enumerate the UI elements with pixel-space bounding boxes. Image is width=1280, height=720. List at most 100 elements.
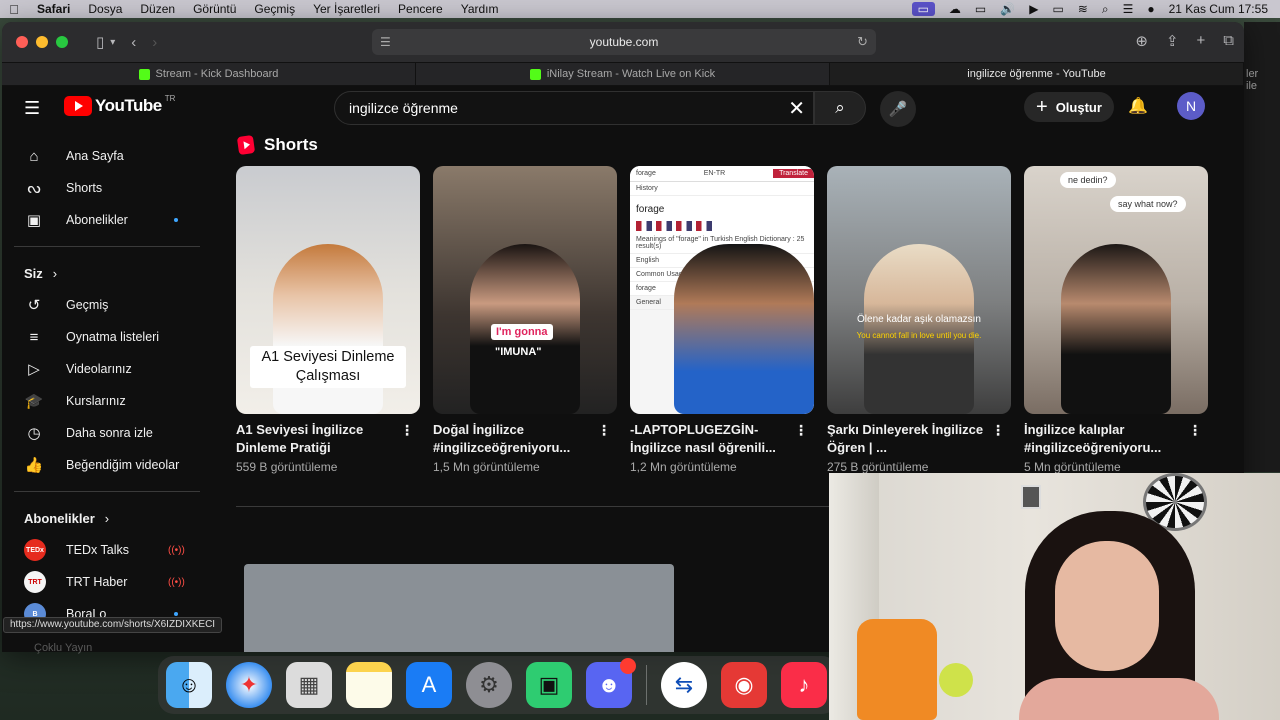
menubar-clock[interactable]: 21 Kas Cum 17:55 bbox=[1169, 2, 1268, 16]
youtube-logo[interactable]: YouTube TR bbox=[64, 94, 175, 116]
short-title[interactable]: A1 Seviyesi İngilizce Dinleme Pratiği bbox=[236, 421, 396, 457]
minimize-window-button[interactable] bbox=[36, 36, 48, 48]
account-avatar[interactable]: N bbox=[1177, 92, 1205, 120]
voice-search-button[interactable]: 🎤 bbox=[880, 91, 916, 127]
tab-kick-watch[interactable]: iNilay Stream - Watch Live on Kick bbox=[416, 63, 830, 85]
thumbnail-caption: A1 Seviyesi Dinleme Çalışması bbox=[250, 346, 406, 388]
reload-icon[interactable]: ↻ bbox=[857, 34, 868, 50]
sidebar-item-home[interactable]: ⌂ Ana Sayfa bbox=[2, 140, 212, 172]
more-options-icon[interactable]: ⋮ bbox=[991, 422, 1005, 439]
forward-icon[interactable]: › bbox=[152, 34, 157, 51]
short-title[interactable]: Şarkı Dinleyerek İngilizce Öğren | ... bbox=[827, 421, 987, 457]
sidebar-item-your-videos[interactable]: ▷ Videolarınız bbox=[2, 353, 212, 385]
launchpad-icon[interactable]: ▦ bbox=[286, 662, 332, 708]
short-thumbnail[interactable]: forage EN-TR Translate History forage Me… bbox=[630, 166, 814, 414]
sidebar-section-subscriptions[interactable]: Abonelikler › bbox=[2, 502, 212, 534]
screen-share-icon[interactable]: ▭ bbox=[911, 2, 935, 16]
sidebar-item-shorts[interactable]: ᔓ Shorts bbox=[2, 172, 212, 204]
more-options-icon[interactable]: ⋮ bbox=[794, 422, 808, 439]
sidebar-section-you[interactable]: Siz › bbox=[2, 257, 212, 289]
finder-icon[interactable]: ☺ bbox=[166, 662, 212, 708]
sidebar-item-history[interactable]: ↺ Geçmiş bbox=[2, 289, 212, 321]
spotlight-icon[interactable]: ⌕ bbox=[1102, 2, 1109, 17]
sidebar-item-playlists[interactable]: ≡ Oynatma listeleri bbox=[2, 321, 212, 353]
short-title[interactable]: -LAPTOPLUGEZGİN- İngilizce nasıl öğrenil… bbox=[630, 421, 790, 457]
sidebar-item-courses[interactable]: 🎓 Kurslarınız bbox=[2, 385, 212, 417]
notes-icon[interactable] bbox=[346, 662, 392, 708]
background-window[interactable]: ler ile bbox=[1244, 22, 1280, 472]
more-options-icon[interactable]: ⋮ bbox=[400, 422, 414, 439]
now-playing-icon[interactable]: ▶ bbox=[1029, 2, 1038, 16]
new-tab-icon[interactable]: + bbox=[1197, 32, 1206, 50]
menu-app-safari[interactable]: Safari bbox=[28, 2, 79, 16]
sidebar-toggle-icon[interactable]: ▯ bbox=[96, 33, 104, 51]
short-thumbnail[interactable]: Ölene kadar aşık olamazsın You cannot fa… bbox=[827, 166, 1011, 414]
wifi-icon[interactable]: ≋ bbox=[1078, 2, 1088, 16]
tab-overview-icon[interactable]: ⧉ bbox=[1223, 32, 1234, 50]
clear-search-icon[interactable]: ✕ bbox=[788, 96, 805, 121]
tab-kick-dashboard[interactable]: Stream - Kick Dashboard bbox=[2, 63, 416, 85]
tab-group-chevron-icon[interactable]: ▾ bbox=[110, 37, 115, 48]
notifications-bell-icon[interactable]: 🔔 bbox=[1128, 96, 1148, 116]
more-options-icon[interactable]: ⋮ bbox=[1188, 422, 1202, 439]
menu-window[interactable]: Pencere bbox=[389, 2, 452, 16]
cloud-icon[interactable]: ☁ bbox=[949, 2, 961, 16]
short-card[interactable]: forage EN-TR Translate History forage Me… bbox=[630, 166, 814, 474]
sidebar-channel-trt-haber[interactable]: TRT TRT Haber ((•)) bbox=[2, 566, 212, 598]
chevron-right-icon: › bbox=[104, 510, 110, 526]
clock-icon: ◷ bbox=[27, 425, 41, 442]
display-icon[interactable]: ▭ bbox=[975, 2, 986, 16]
kick-app-icon[interactable]: ▣ bbox=[526, 662, 572, 708]
safari-icon[interactable]: ✦ bbox=[226, 662, 272, 708]
short-card[interactable]: Ölene kadar aşık olamazsın You cannot fa… bbox=[827, 166, 1011, 474]
downloads-icon[interactable]: ⊕ bbox=[1135, 32, 1148, 50]
sidebar-item-subscriptions[interactable]: ▣ Abonelikler bbox=[2, 204, 212, 236]
menu-history[interactable]: Geçmiş bbox=[245, 2, 304, 16]
sidebar-item-label: Shorts bbox=[66, 181, 103, 195]
tab-youtube[interactable]: ingilizce öğrenme - YouTube bbox=[2, 63, 1244, 97]
system-settings-icon[interactable]: ⚙ bbox=[466, 662, 512, 708]
short-card[interactable]: A1 Seviyesi Dinleme Çalışması A1 Seviyes… bbox=[236, 166, 420, 474]
back-icon[interactable]: ‹ bbox=[131, 34, 136, 51]
sidebar-item-watch-later[interactable]: ◷ Daha sonra izle bbox=[2, 417, 212, 449]
siri-icon[interactable]: ● bbox=[1147, 2, 1154, 16]
control-center-icon[interactable]: ☰ bbox=[1123, 2, 1134, 16]
short-thumbnail[interactable]: I'm gonna "IMUNA" bbox=[433, 166, 617, 414]
short-card[interactable]: ne dedin? say what now? İngilizce kalıpl… bbox=[1024, 166, 1208, 474]
menu-help[interactable]: Yardım bbox=[452, 2, 508, 16]
share-icon[interactable]: ⇪ bbox=[1166, 32, 1179, 50]
short-thumbnail[interactable]: ne dedin? say what now? bbox=[1024, 166, 1208, 414]
search-button[interactable]: ⌕ bbox=[814, 91, 866, 125]
menu-view[interactable]: Görüntü bbox=[184, 2, 245, 16]
discord-icon[interactable]: ☻ bbox=[586, 658, 636, 708]
more-options-icon[interactable]: ⋮ bbox=[597, 422, 611, 439]
kick-favicon-icon bbox=[529, 68, 541, 80]
streamer-face bbox=[1055, 541, 1159, 671]
sidebar-channel-tedx[interactable]: TEDx TEDx Talks ((•)) bbox=[2, 534, 212, 566]
volume-icon[interactable]: 🔊 bbox=[1000, 2, 1015, 16]
close-window-button[interactable] bbox=[16, 36, 28, 48]
teamviewer-icon[interactable]: ⇆ bbox=[661, 662, 707, 708]
macos-dock: ☺ ✦ ▦ A ⚙ ▣ ☻ ⇆ ◉ ♪ bbox=[158, 656, 838, 714]
video-thumbnail-placeholder[interactable] bbox=[244, 564, 674, 652]
page-menu-icon[interactable]: ☰ bbox=[380, 35, 391, 49]
app-store-icon[interactable]: A bbox=[406, 662, 452, 708]
zoom-window-button[interactable] bbox=[56, 36, 68, 48]
menu-bookmarks[interactable]: Yer İşaretleri bbox=[304, 2, 389, 16]
address-bar[interactable]: ☰ youtube.com ↻ bbox=[372, 29, 876, 55]
short-thumbnail[interactable]: A1 Seviyesi Dinleme Çalışması bbox=[236, 166, 420, 414]
search-input[interactable]: ingilizce öğrenme ✕ bbox=[334, 91, 814, 125]
menu-file[interactable]: Dosya bbox=[79, 2, 131, 16]
macos-menubar:  Safari Dosya Düzen Görüntü Geçmiş Yer … bbox=[0, 0, 1280, 18]
short-title[interactable]: İngilizce kalıplar #ingilizceöğreniyoru.… bbox=[1024, 421, 1184, 457]
sidebar-item-liked-videos[interactable]: 👍 Beğendiğim videolar bbox=[2, 449, 212, 481]
photo-booth-icon[interactable]: ◉ bbox=[721, 662, 767, 708]
short-card[interactable]: I'm gonna "IMUNA" Doğal İngilizce #ingil… bbox=[433, 166, 617, 474]
music-icon[interactable]: ♪ bbox=[781, 662, 827, 708]
menu-edit[interactable]: Düzen bbox=[131, 2, 184, 16]
create-button[interactable]: + Oluştur bbox=[1024, 92, 1114, 122]
hamburger-menu-icon[interactable]: ☰ bbox=[24, 98, 40, 119]
short-title[interactable]: Doğal İngilizce #ingilizceöğreniyoru... bbox=[433, 421, 593, 457]
battery-icon[interactable]: ▭ bbox=[1052, 2, 1063, 16]
apple-menu-icon[interactable]:  bbox=[0, 2, 28, 17]
